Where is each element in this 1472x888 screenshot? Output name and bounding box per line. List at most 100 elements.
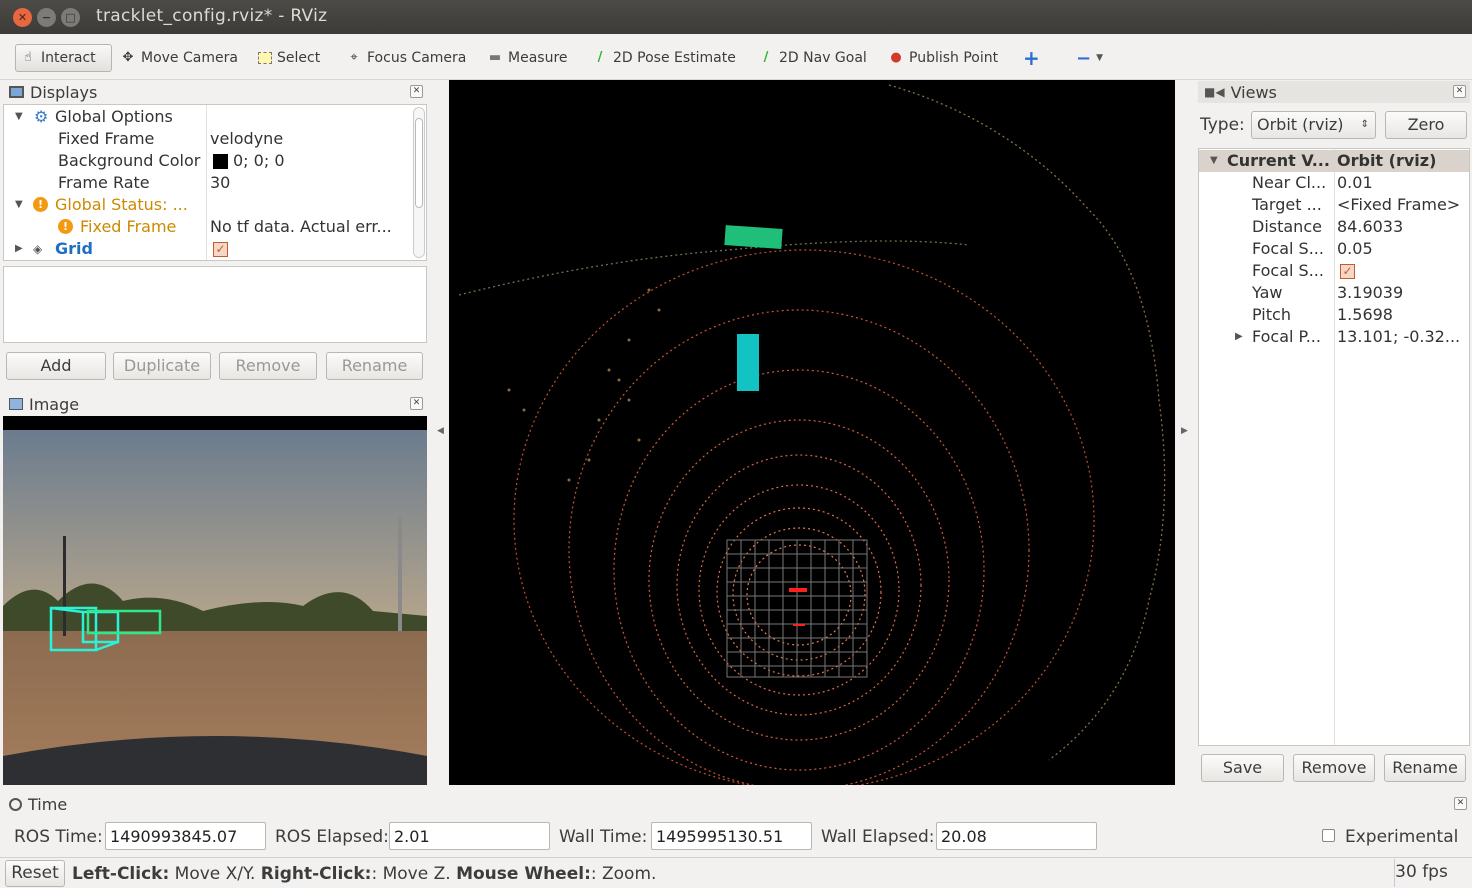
title-bar: ✕ − □ tracklet_config.rviz* - RViz xyxy=(0,0,1472,34)
scrollbar[interactable] xyxy=(413,107,425,258)
reset-button[interactable]: Reset xyxy=(5,860,65,887)
image-icon xyxy=(9,398,23,410)
wall-time-label: Wall Time: xyxy=(559,827,648,847)
focus-camera-tool-button[interactable]: ⌖ Focus Camera xyxy=(342,44,470,72)
collapse-left-icon[interactable]: ◀ xyxy=(437,426,444,436)
wall-time-field[interactable] xyxy=(651,822,812,850)
views-panel: ■◀ Views ✕ Type: Orbit (rviz) ⇕ Zero ▼ C… xyxy=(1198,81,1470,787)
add-tool-button[interactable]: + xyxy=(1019,44,1044,72)
scrollbar-thumb[interactable] xyxy=(415,118,423,208)
zero-button[interactable]: Zero xyxy=(1385,111,1467,139)
status-bar: Reset Left-Click: Move X/Y. Right-Click:… xyxy=(0,857,1472,888)
minimize-window-icon[interactable]: − xyxy=(37,8,56,27)
tree-row-pitch[interactable]: Pitch 1.5698 xyxy=(1199,304,1469,326)
views-tree[interactable]: ▼ Current V... Orbit (rviz) Near Cl... 0… xyxy=(1198,148,1470,746)
ros-time-label: ROS Time: xyxy=(14,827,103,847)
publish-point-tool-button[interactable]: ● Publish Point xyxy=(884,44,1002,72)
tree-row-label: Global Status: ... xyxy=(55,195,188,214)
pose-estimate-tool-button[interactable]: / 2D Pose Estimate xyxy=(588,44,740,72)
tree-row-target-frame[interactable]: Target ... <Fixed Frame> xyxy=(1199,194,1469,216)
toolbar: ☝ Interact ✥ Move Camera Select ⌖ Focus … xyxy=(0,34,1472,80)
tree-row-label: Fixed Frame xyxy=(58,129,155,148)
image-header: Image ✕ xyxy=(3,393,427,415)
tree-row-distance[interactable]: Distance 84.6033 xyxy=(1199,216,1469,238)
tree-row-status-fixed-frame[interactable]: ! Fixed Frame No tf data. Actual err... xyxy=(4,216,409,238)
close-icon[interactable]: ✕ xyxy=(1453,85,1466,98)
tree-row-value: 0; 0; 0 xyxy=(233,151,285,170)
display-description-area xyxy=(3,266,427,343)
collapse-triangle-icon: ▶ xyxy=(15,243,23,254)
tree-row-label: Current V... xyxy=(1227,151,1330,170)
tree-row-label: Focal S... xyxy=(1252,239,1324,258)
add-display-button[interactable]: Add xyxy=(6,352,106,380)
tree-row-fixed-frame[interactable]: Fixed Frame velodyne xyxy=(4,128,409,150)
wall-elapsed-field[interactable] xyxy=(936,822,1097,850)
tree-row-global-options[interactable]: ▼ ⚙ Global Options xyxy=(4,106,409,128)
experimental-label: Experimental xyxy=(1345,827,1459,847)
grid-enabled-checkbox[interactable]: ✓ xyxy=(213,242,228,257)
close-icon[interactable]: ✕ xyxy=(410,397,423,410)
hand-icon: ☝ xyxy=(24,50,32,65)
rename-view-button[interactable]: Rename xyxy=(1384,754,1466,782)
color-swatch[interactable] xyxy=(213,154,228,169)
experimental-checkbox[interactable] xyxy=(1322,829,1335,842)
focal-shape-checkbox[interactable]: ✓ xyxy=(1340,264,1355,279)
views-header: ■◀ Views ✕ xyxy=(1198,81,1470,103)
tree-row-background-color[interactable]: Background Color 0; 0; 0 xyxy=(4,150,409,172)
tree-row-label: Global Options xyxy=(55,107,173,126)
3d-render-view[interactable] xyxy=(449,80,1175,785)
ros-time-field[interactable] xyxy=(105,822,266,850)
antenna-tower xyxy=(398,516,402,631)
type-label: Type: xyxy=(1200,115,1245,135)
tree-row-label: Focal S... xyxy=(1252,261,1324,280)
camera-icon: ■◀ xyxy=(1204,85,1225,99)
tree-row-near-clip[interactable]: Near Cl... 0.01 xyxy=(1199,172,1469,194)
tree-row-frame-rate[interactable]: Frame Rate 30 xyxy=(4,172,409,194)
displays-tree[interactable]: ▼ ⚙ Global Options Fixed Frame velodyne … xyxy=(3,104,427,261)
tree-row-focal-point[interactable]: ▶ Focal P... 13.101; -0.32... xyxy=(1199,326,1469,348)
remove-display-button[interactable]: Remove xyxy=(219,352,317,380)
select-tool-button[interactable]: Select xyxy=(254,44,324,72)
nav-goal-label: 2D Nav Goal xyxy=(779,50,867,66)
plus-icon: + xyxy=(1023,46,1040,70)
gear-icon: ⚙ xyxy=(34,107,49,126)
view-type-select[interactable]: Orbit (rviz) ⇕ xyxy=(1251,111,1376,139)
fps-indicator: 30 fps xyxy=(1394,859,1448,887)
collapse-right-icon[interactable]: ▶ xyxy=(1181,426,1188,436)
close-icon[interactable]: ✕ xyxy=(410,85,423,98)
close-window-icon[interactable]: ✕ xyxy=(13,8,32,27)
grid-icon: ◈ xyxy=(33,242,43,256)
spinner-arrows-icon: ⇕ xyxy=(1360,119,1369,130)
interact-tool-button[interactable]: ☝ Interact xyxy=(15,44,112,72)
rename-display-button[interactable]: Rename xyxy=(326,352,423,380)
maximize-window-icon[interactable]: □ xyxy=(61,8,80,27)
close-icon[interactable]: ✕ xyxy=(1454,797,1467,810)
time-title: Time xyxy=(28,794,68,814)
move-camera-tool-button[interactable]: ✥ Move Camera xyxy=(116,44,242,72)
ros-elapsed-field[interactable] xyxy=(389,822,550,850)
tree-row-global-status[interactable]: ▼ ! Global Status: ... xyxy=(4,194,409,216)
tree-row-focal-shape-fixed[interactable]: Focal S... ✓ xyxy=(1199,260,1469,282)
duplicate-display-button[interactable]: Duplicate xyxy=(113,352,211,380)
tree-row-value: 84.6033 xyxy=(1337,217,1404,236)
warning-icon: ! xyxy=(33,197,48,212)
green-arrow-icon: / xyxy=(597,50,603,65)
measure-tool-button[interactable]: ▬ Measure xyxy=(483,44,572,72)
remove-tool-button[interactable]: − ▼ xyxy=(1072,44,1107,72)
tree-row-focal-shape-size[interactable]: Focal S... 0.05 xyxy=(1199,238,1469,260)
tree-row-yaw[interactable]: Yaw 3.19039 xyxy=(1199,282,1469,304)
tree-row-grid[interactable]: ▶ ◈ Grid ✓ xyxy=(4,238,409,260)
tree-row-value: 0.01 xyxy=(1337,173,1373,192)
tracked-object-green[interactable] xyxy=(724,225,783,249)
nav-goal-tool-button[interactable]: / 2D Nav Goal xyxy=(754,44,871,72)
tracked-object-cyan[interactable] xyxy=(737,334,759,391)
tree-row-current-view[interactable]: ▼ Current V... Orbit (rviz) xyxy=(1199,150,1469,172)
left-click-hint: Left-Click: xyxy=(72,864,170,884)
displays-header: Displays ✕ xyxy=(3,81,427,103)
save-view-button[interactable]: Save xyxy=(1201,754,1284,782)
remove-view-button[interactable]: Remove xyxy=(1293,754,1375,782)
tree-row-value: 13.101; -0.32... xyxy=(1337,327,1461,346)
time-header: Time ✕ xyxy=(3,793,1471,815)
interact-label: Interact xyxy=(41,50,96,66)
view-type-value: Orbit (rviz) xyxy=(1257,115,1344,134)
